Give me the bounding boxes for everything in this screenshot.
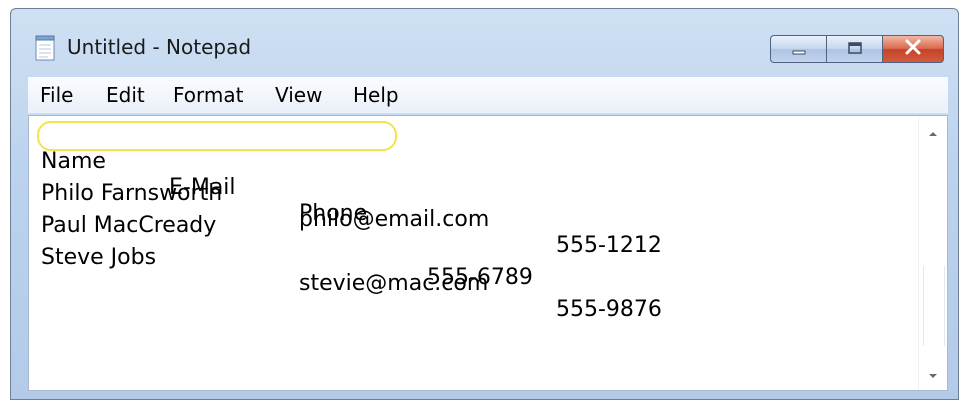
menu-edit[interactable]: Edit [106, 83, 145, 107]
scroll-up-button[interactable] [919, 120, 947, 144]
vertical-scrollbar[interactable] [918, 116, 947, 390]
close-icon [904, 39, 922, 59]
scroll-down-button[interactable] [919, 362, 947, 386]
title-bar[interactable]: Untitled - Notepad [11, 9, 958, 69]
maximize-icon [847, 40, 863, 59]
menu-format[interactable]: Format [173, 83, 243, 107]
text-editor[interactable]: Name E-Mail Phone Philo Farnsworth philo… [28, 115, 948, 391]
text-line: Steve Jobs stevie@mac.com 555-9876 [41, 219, 662, 349]
minimize-icon [792, 40, 806, 59]
chevron-up-icon [927, 123, 939, 142]
row-email: stevie@mac.com [299, 271, 489, 296]
header-highlight-annotation [37, 121, 397, 151]
notepad-icon [35, 35, 55, 61]
maximize-button[interactable] [826, 35, 882, 63]
window-title: Untitled - Notepad [67, 35, 252, 59]
row-email: philo@email.com [299, 207, 490, 232]
notepad-window: Untitled - Notepad File Edit Format View… [10, 8, 959, 400]
close-button[interactable] [882, 35, 944, 63]
menu-file[interactable]: File [40, 83, 73, 107]
minimize-button[interactable] [770, 35, 826, 63]
row-phone: 555-9876 [556, 297, 662, 322]
menu-view[interactable]: View [275, 83, 322, 107]
row-phone: 555-1212 [556, 233, 662, 258]
chevron-down-icon [927, 365, 939, 384]
menu-help[interactable]: Help [353, 83, 399, 107]
caption-buttons [770, 35, 944, 63]
menu-bar: File Edit Format View Help [28, 77, 948, 114]
scroll-track[interactable] [923, 266, 945, 346]
row-name: Steve Jobs [41, 245, 157, 270]
